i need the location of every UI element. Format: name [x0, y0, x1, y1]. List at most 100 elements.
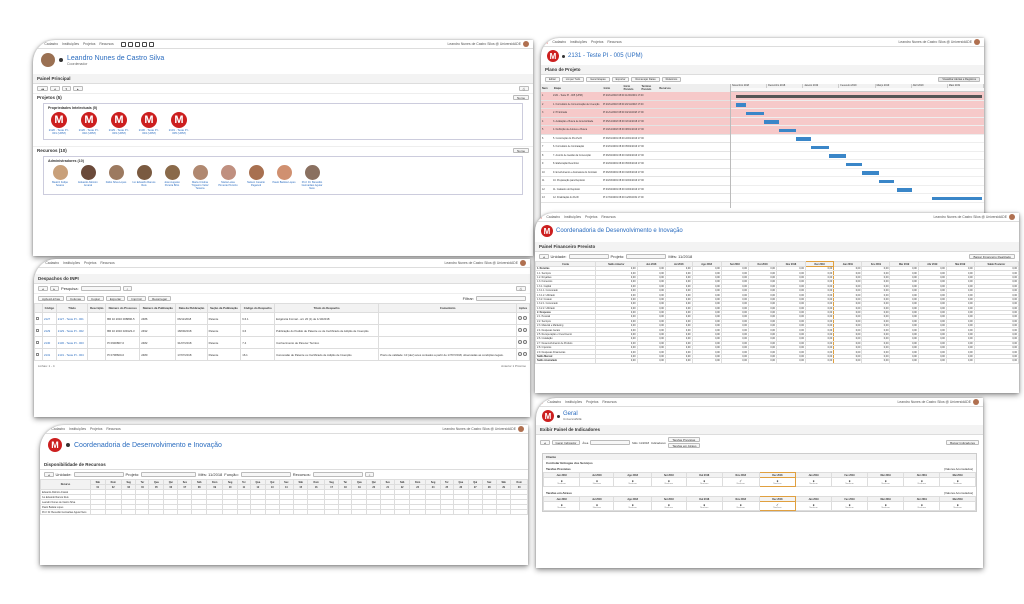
user-info[interactable]: Leandro Nunes de Castro Silva @ Universi… — [444, 260, 526, 266]
gantt-bar[interactable] — [736, 103, 747, 107]
area-select[interactable] — [590, 440, 631, 445]
gantt-row[interactable]: 11 10. Preparação para Depósito PI 20/03/2… — [541, 177, 730, 186]
person-card[interactable]: Beatriz Felipe Soares — [48, 165, 72, 190]
indicator-cell[interactable]: ● Nenhum — [542, 477, 581, 487]
edit-icon[interactable] — [518, 316, 523, 320]
user-avatar[interactable] — [523, 41, 529, 47]
availability-cell[interactable] — [495, 509, 512, 515]
availability-cell[interactable] — [90, 509, 106, 515]
column-header[interactable]: Comentário — [378, 303, 518, 313]
copy-button[interactable]: Copiar — [87, 296, 104, 301]
search-input[interactable] — [80, 286, 121, 291]
user-avatar[interactable] — [973, 399, 979, 405]
availability-cell[interactable] — [177, 509, 193, 515]
gantt-row[interactable]: 2 1. Formulário de Comunicação de Invençã… — [541, 100, 730, 109]
download-report-button[interactable]: Baixar Financeiro Realizado — [969, 254, 1015, 259]
info-icon[interactable] — [557, 414, 560, 418]
project-card[interactable]: M 2120 - Teste PI - 001 (UPM) — [48, 112, 70, 135]
gantt-bar[interactable] — [763, 120, 779, 124]
availability-cell[interactable] — [394, 509, 410, 515]
table-row[interactable]: 2131 2131 - Teste PI - 004 PI 0708600-0 248… — [34, 348, 530, 361]
availability-cell[interactable] — [135, 509, 150, 515]
menu-item[interactable]: Cadastro — [552, 40, 566, 44]
table-row[interactable]: 2129 2129 - Teste PI - 002 BR 10 2016 0291… — [34, 324, 530, 337]
person-card[interactable]: Maria Luisa Pimentel Tenório — [216, 165, 240, 190]
gantt-bar[interactable] — [778, 128, 797, 132]
menu-item[interactable]: Projetos — [90, 427, 102, 431]
column-header[interactable]: Ações — [516, 303, 530, 313]
column-header[interactable]: Seção da Publicação — [206, 303, 242, 313]
indicator-cell[interactable]: ● Nenhum — [939, 501, 976, 511]
availability-cell[interactable] — [452, 509, 469, 515]
gantt-bar[interactable] — [931, 196, 982, 200]
availability-cell[interactable] — [408, 509, 427, 515]
row-checkbox[interactable] — [34, 324, 43, 337]
user-info[interactable]: Leandro Nunes de Castro Silva @ Universi… — [447, 41, 529, 47]
select-header[interactable] — [34, 303, 43, 313]
gantt-row[interactable]: 7 6. Formulário de Contratação PI 23/01/20… — [541, 143, 730, 152]
view-icon[interactable] — [522, 328, 527, 332]
info-icon[interactable] — [66, 443, 70, 447]
person-card[interactable]: Nelson Cesário Paganoti — [244, 165, 268, 190]
availability-cell[interactable] — [222, 509, 238, 515]
gantt-row[interactable]: 8 7. Acordo de Gestão da Convenção PI 06/0… — [541, 151, 730, 160]
chart-icon[interactable] — [141, 41, 147, 47]
gantt-toolbar-button[interactable]: Relatorios — [661, 77, 682, 82]
gantt-row[interactable]: 6 5. Construção do Pré-Perfil PI 09/01/201… — [541, 134, 730, 143]
person-card[interactable]: José Augusto Pereira Brito — [160, 165, 184, 190]
column-header[interactable]: Descrição — [87, 303, 107, 313]
row-checkbox[interactable] — [34, 336, 43, 349]
availability-cell[interactable] — [163, 509, 179, 515]
indicator-cell[interactable]: ● Nenhum — [542, 501, 581, 511]
availability-cell[interactable] — [467, 509, 483, 515]
columns-button[interactable]: Colunas — [66, 296, 86, 301]
user-info[interactable]: Leandro Nunes de Castro Silva @ Universi… — [898, 39, 980, 45]
gantt-bar[interactable] — [746, 111, 764, 115]
user-info[interactable]: Leandro Nunes de Castro Silva @ Universi… — [933, 214, 1015, 220]
next-button[interactable]: ▸ — [49, 286, 60, 291]
menu-item[interactable]: Cadastro — [546, 215, 560, 219]
function-select[interactable] — [240, 472, 291, 477]
indicator-cell[interactable]: ● Nenhum — [866, 477, 905, 487]
availability-cell[interactable] — [307, 509, 325, 515]
column-header[interactable]: Código — [42, 303, 57, 313]
indicator-cell[interactable]: ● Nenhum — [613, 501, 652, 511]
prev-button[interactable]: ◂ — [540, 440, 550, 445]
availability-cell[interactable] — [338, 509, 353, 515]
prev-button[interactable]: ◂ — [44, 472, 54, 477]
row-checkbox[interactable] — [34, 312, 43, 325]
table-row[interactable]: 2127 2127 - Teste PI - 001 BR 10 2016 0088… — [34, 312, 530, 325]
user-info[interactable]: Leandro Nunes de Castro Silva @ Universi… — [897, 399, 979, 405]
gantt-row[interactable]: 10 9. Envolvimento e Assinatura do Contra… — [541, 168, 730, 177]
availability-cell[interactable] — [481, 509, 497, 515]
user-avatar[interactable] — [974, 39, 980, 45]
filter-input[interactable] — [476, 296, 526, 301]
gantt-toolbar-button[interactable]: Gerar Etapas — [586, 77, 610, 82]
pencil-icon[interactable]: ✎ — [37, 42, 40, 47]
menu-item[interactable]: Instituições — [570, 40, 587, 44]
indicator-cell[interactable]: ● Nenhum — [650, 501, 687, 511]
gantt-row[interactable]: 4 3. Avaliação e Busca de Anterioridade PI… — [541, 117, 730, 126]
prev-button[interactable]: ◂ — [50, 86, 60, 91]
print-table-button[interactable]: Imprimir — [127, 296, 147, 301]
sort-select[interactable]: Nome — [512, 95, 529, 100]
gantt-bar[interactable] — [736, 94, 982, 98]
gantt-bar[interactable] — [846, 162, 862, 166]
menu-item[interactable]: Instituições — [62, 42, 79, 46]
table-row[interactable]: 2130 2130 - Teste PI - 003 PI 0900867-0 248… — [34, 336, 530, 349]
project-card[interactable]: M 2126 - Teste PI - 002 (UPM) — [78, 112, 100, 135]
user-avatar[interactable] — [518, 426, 524, 432]
reload-button[interactable]: Recarregar — [148, 296, 172, 301]
availability-cell[interactable] — [292, 509, 309, 515]
availability-cell[interactable] — [380, 509, 396, 515]
person-card[interactable]: Paulo Batista Lopes — [272, 165, 296, 190]
menu-item[interactable]: Recursos — [601, 215, 615, 219]
project-card[interactable]: M 2129 - Teste PI - 003 (UPM) — [108, 112, 130, 135]
availability-cell[interactable] — [104, 509, 122, 515]
availability-cell[interactable] — [191, 509, 208, 515]
indicator-cell[interactable]: ● Nenhum — [903, 501, 941, 511]
gantt-bar[interactable] — [828, 154, 847, 158]
unit-select[interactable] — [73, 472, 124, 477]
gantt-bar[interactable] — [861, 171, 880, 175]
resources-input[interactable] — [312, 472, 363, 477]
